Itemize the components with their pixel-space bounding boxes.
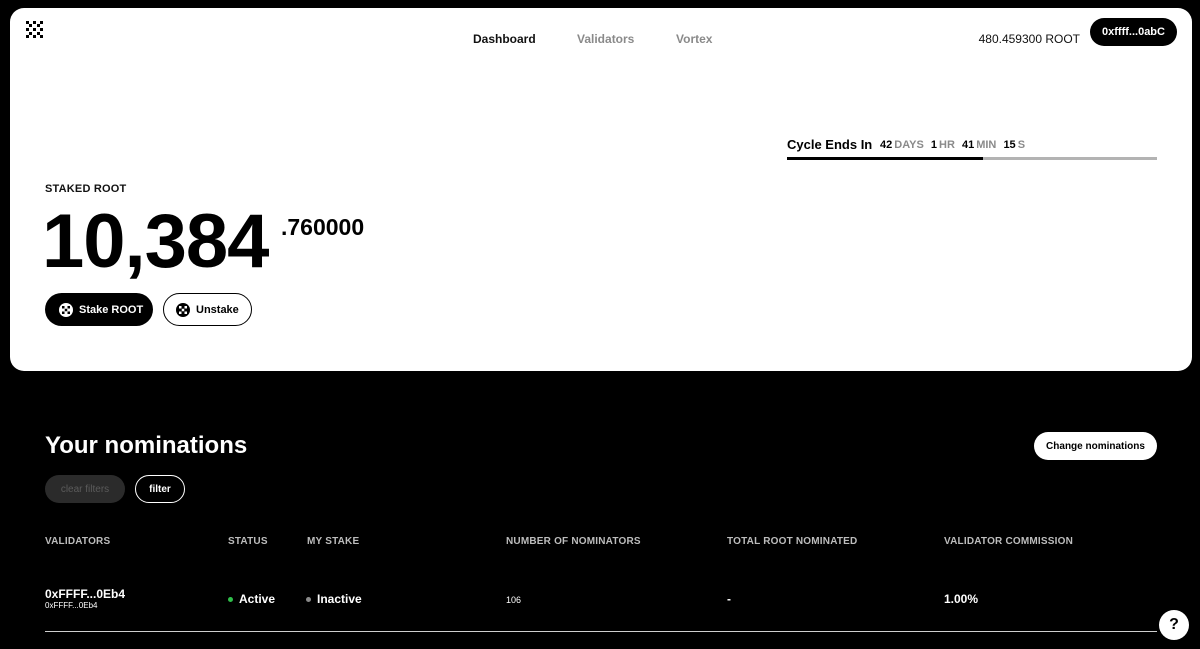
cycle-progress-track: [787, 157, 1157, 160]
stake-root-button[interactable]: Stake ROOT: [45, 293, 153, 326]
my-stake-cell: Inactive: [306, 592, 362, 606]
status-value: Active: [239, 592, 276, 606]
staked-label: STAKED ROOT: [45, 183, 127, 195]
staked-amount-integer: 10,384: [42, 199, 269, 284]
row-divider: [45, 631, 1157, 632]
cycle-minutes-unit: MIN: [976, 139, 997, 151]
unstake-label: Unstake: [196, 303, 239, 316]
staked-amount-decimal: .760000: [281, 214, 365, 240]
total-root-nominated: -: [727, 592, 731, 606]
logo-icon[interactable]: [26, 21, 44, 39]
cycle-minutes: 41: [961, 139, 975, 151]
status-cell: Active: [228, 592, 275, 606]
validator-commission: 1.00%: [944, 592, 979, 606]
column-header-nominators[interactable]: NUMBER OF NOMINATORS: [506, 536, 641, 547]
cycle-hours-unit: HR: [939, 139, 955, 151]
filter-button[interactable]: filter: [135, 475, 185, 503]
my-stake-dot-icon: [306, 597, 311, 603]
column-header-commission[interactable]: VALIDATOR COMMISSION: [944, 536, 1073, 547]
change-nominations-button[interactable]: Change nominations: [1034, 432, 1157, 460]
validator-address[interactable]: 0xFFFF...0Eb4: [45, 587, 125, 601]
cycle-countdown: Cycle Ends In 42 DAYS 1 HR 41 MIN 15 S: [787, 137, 1157, 161]
cycle-seconds-unit: S: [1017, 139, 1026, 151]
nominators-count: 106: [506, 595, 522, 605]
column-header-validators[interactable]: VALIDATORS: [45, 536, 110, 547]
column-header-my-stake[interactable]: MY STAKE: [307, 536, 359, 547]
nav-validators[interactable]: Validators: [577, 32, 634, 46]
my-stake-value: Inactive: [317, 592, 362, 606]
cycle-seconds: 15: [1003, 139, 1016, 151]
cycle-days: 42: [880, 139, 893, 151]
nav-vortex[interactable]: Vortex: [676, 32, 712, 46]
unstake-button[interactable]: Unstake: [163, 293, 252, 326]
cycle-hours: 1: [930, 139, 937, 151]
clear-filters-button[interactable]: clear filters: [45, 475, 125, 503]
staking-summary-card: Dashboard Validators Vortex 480.459300 R…: [10, 8, 1192, 371]
root-token-icon: [176, 302, 190, 317]
root-token-icon: [59, 302, 73, 317]
cycle-progress-fill: [787, 157, 984, 160]
cycle-time: 42 DAYS 1 HR 41 MIN 15 S: [880, 139, 1029, 151]
validator-address-sub: 0xFFFF...0Eb4: [45, 601, 98, 610]
cycle-label: Cycle Ends In: [787, 137, 873, 152]
nominations-title: Your nominations: [45, 432, 248, 459]
stake-root-label: Stake ROOT: [79, 303, 144, 316]
help-button[interactable]: ?: [1159, 610, 1189, 640]
column-header-total-root[interactable]: TOTAL ROOT NOMINATED: [727, 536, 857, 547]
column-header-status[interactable]: STATUS: [228, 536, 268, 547]
nav-dashboard[interactable]: Dashboard: [473, 32, 536, 46]
root-balance: 480.459300 ROOT: [978, 32, 1080, 46]
cycle-days-unit: DAYS: [894, 139, 924, 151]
status-dot-icon: [228, 597, 233, 603]
help-icon: ?: [1169, 616, 1179, 633]
wallet-address-button[interactable]: 0xffff...0abC: [1090, 18, 1177, 46]
